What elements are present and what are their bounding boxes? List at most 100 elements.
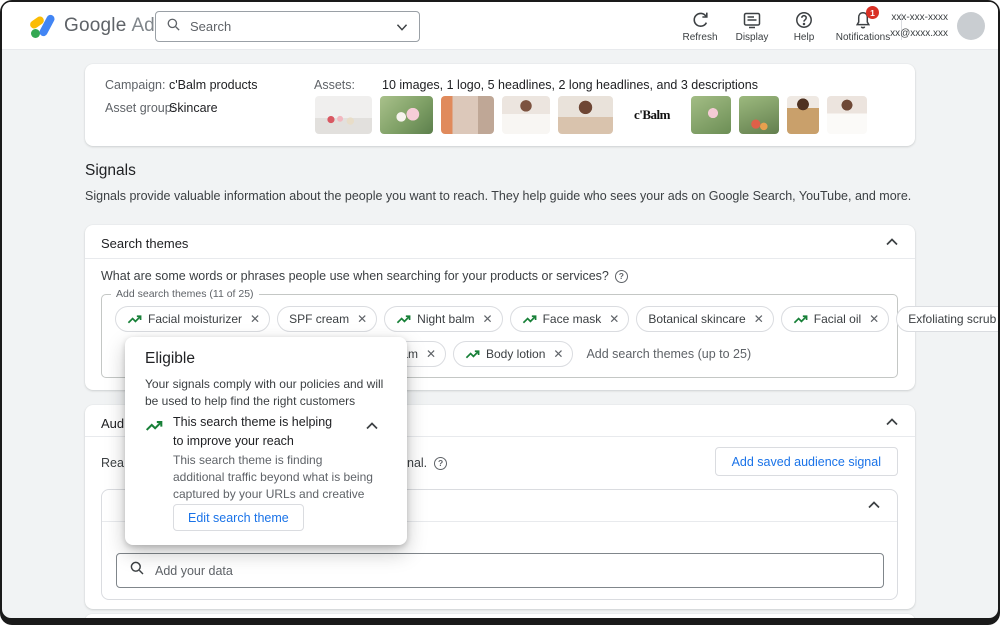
- refresh-label: Refresh: [682, 32, 717, 43]
- brand-name: Google Ads: [64, 2, 164, 50]
- campaign-summary-card: Campaign: c'Balm products Asset group: S…: [85, 64, 915, 146]
- chip-label: Botanical skincare: [648, 312, 745, 326]
- remove-chip-icon[interactable]: ✕: [609, 312, 619, 326]
- display-button[interactable]: Display: [726, 7, 778, 43]
- search-theme-chip[interactable]: Facial moisturizer ✕: [115, 306, 270, 332]
- remove-chip-icon[interactable]: ✕: [357, 312, 367, 326]
- notification-badge: 1: [866, 6, 879, 19]
- notifications-button[interactable]: 1 Notifications: [830, 7, 896, 43]
- thumb-garden-product-1[interactable]: [380, 96, 433, 134]
- collapse-chevron-up-icon[interactable]: [867, 500, 881, 510]
- remove-chip-icon[interactable]: ✕: [250, 312, 260, 326]
- add-your-data-input[interactable]: [155, 564, 871, 578]
- add-search-themes-placeholder[interactable]: Add search themes (up to 25): [586, 347, 751, 361]
- search-theme-chip[interactable]: Exfoliating scrub✕: [896, 306, 998, 332]
- audience-desc-fragment-start: Rea: [101, 456, 124, 470]
- remove-chip-icon[interactable]: ✕: [483, 312, 493, 326]
- search-icon: [129, 560, 145, 581]
- signals-section-title: Signals: [85, 162, 136, 180]
- chip-label: Facial oil: [814, 312, 861, 326]
- remove-chip-icon[interactable]: ✕: [426, 347, 436, 361]
- help-icon: [794, 10, 814, 30]
- thumb-products-gray[interactable]: [315, 96, 372, 134]
- chip-label: Facial moisturizer: [148, 312, 242, 326]
- chips-row-1: Facial moisturizer ✕ SPF cream ✕ Night balm ✕…: [115, 306, 998, 332]
- trending-up-icon: [793, 312, 808, 327]
- search-themes-question: What are some words or phrases people us…: [101, 269, 628, 283]
- google-ads-screen: Google Ads Refresh Display Help 1 Notificati…: [2, 2, 998, 618]
- popover-item-title: This search theme is helping to improve …: [173, 413, 341, 451]
- top-app-bar: Google Ads Refresh Display Help 1 Notificati…: [2, 2, 998, 50]
- collapse-chevron-up-icon[interactable]: [365, 421, 379, 431]
- edit-search-theme-button[interactable]: Edit search theme: [173, 504, 304, 531]
- brand-logo-text: c'Balm: [634, 107, 670, 123]
- next-section-card: [85, 614, 915, 618]
- eligible-popover: Eligible Your signals comply with our po…: [125, 337, 407, 545]
- thumb-garden-fruit[interactable]: [739, 96, 779, 134]
- refresh-button[interactable]: Refresh: [674, 7, 726, 43]
- desc-fragment-text: nal.: [407, 456, 427, 470]
- asset-group-value: Skincare: [169, 101, 218, 115]
- audience-title-fragment: Aud: [101, 416, 124, 431]
- thumb-garden-product-2[interactable]: [691, 96, 731, 134]
- chip-label: SPF cream: [289, 312, 349, 326]
- help-circle-icon[interactable]: ?: [434, 457, 447, 470]
- thumb-woman-white-shirt[interactable]: [502, 96, 550, 134]
- search-theme-chip[interactable]: Body lotion ✕: [453, 341, 573, 367]
- topbar-actions: Refresh Display Help 1 Notifications: [674, 7, 896, 43]
- search-theme-chip[interactable]: Botanical skincare ✕: [636, 306, 773, 332]
- help-circle-icon[interactable]: ?: [615, 270, 628, 283]
- search-theme-chip[interactable]: Night balm ✕: [384, 306, 502, 332]
- display-icon: [742, 10, 762, 30]
- trending-up-icon: [145, 417, 163, 440]
- search-theme-chip[interactable]: Facial oil ✕: [781, 306, 889, 332]
- help-button[interactable]: Help: [778, 7, 830, 43]
- signals-section-description: Signals provide valuable information abo…: [85, 189, 911, 203]
- chip-label: Face mask: [543, 312, 602, 326]
- notifications-label: Notifications: [836, 32, 890, 43]
- refresh-icon: [690, 10, 710, 30]
- search-theme-chip[interactable]: Face mask ✕: [510, 306, 630, 332]
- thumb-woman-white-top[interactable]: [827, 96, 867, 134]
- popover-title: Eligible: [145, 350, 195, 368]
- chip-label: Body lotion: [486, 347, 545, 361]
- remove-chip-icon[interactable]: ✕: [754, 312, 764, 326]
- assets-summary: 10 images, 1 logo, 5 headlines, 2 long h…: [382, 78, 758, 92]
- audience-desc-fragment-end: nal. ?: [407, 456, 447, 470]
- thumb-brand-logo[interactable]: c'Balm: [621, 96, 683, 134]
- collapse-chevron-up-icon[interactable]: [885, 417, 899, 427]
- global-search-box[interactable]: [155, 11, 420, 42]
- add-your-data-field[interactable]: [116, 553, 884, 588]
- assets-label: Assets:: [314, 78, 355, 92]
- trending-up-icon: [396, 312, 411, 327]
- browser-frame: Google Ads Refresh Display Help 1 Notificati…: [0, 0, 1000, 625]
- remove-chip-icon[interactable]: ✕: [869, 312, 879, 326]
- asset-group-label: Asset group:: [105, 101, 175, 115]
- search-themes-title: Search themes: [101, 236, 188, 251]
- trending-up-icon: [522, 312, 537, 327]
- search-icon: [166, 17, 181, 37]
- thumb-woman-tan-sweater[interactable]: [787, 96, 819, 134]
- campaign-label: Campaign:: [105, 78, 165, 92]
- account-info: xxx-xxx-xxxx xx@xxxx.xxx: [890, 10, 948, 41]
- google-ads-logo-icon: [30, 14, 56, 38]
- thumb-woman-posing[interactable]: [558, 96, 613, 134]
- avatar[interactable]: [957, 12, 985, 40]
- chevron-down-icon[interactable]: [395, 22, 409, 32]
- notifications-icon: 1: [853, 10, 873, 30]
- asset-thumbnails: c'Balm: [315, 96, 867, 134]
- trending-up-icon: [127, 312, 142, 327]
- popover-body: Your signals comply with our policies an…: [145, 376, 389, 410]
- thumb-bathroom[interactable]: [441, 96, 494, 134]
- chip-label: Night balm: [417, 312, 474, 326]
- question-text: What are some words or phrases people us…: [101, 269, 609, 283]
- chip-label: Exfoliating scrub: [908, 312, 996, 326]
- collapse-chevron-up-icon[interactable]: [885, 237, 899, 247]
- display-label: Display: [736, 32, 769, 43]
- search-theme-chip[interactable]: SPF cream ✕: [277, 306, 377, 332]
- brand-google: Google: [64, 15, 126, 37]
- search-input[interactable]: [190, 19, 386, 34]
- account-email: xx@xxxx.xxx: [890, 26, 948, 42]
- remove-chip-icon[interactable]: ✕: [553, 347, 563, 361]
- add-saved-audience-signal-button[interactable]: Add saved audience signal: [715, 447, 898, 476]
